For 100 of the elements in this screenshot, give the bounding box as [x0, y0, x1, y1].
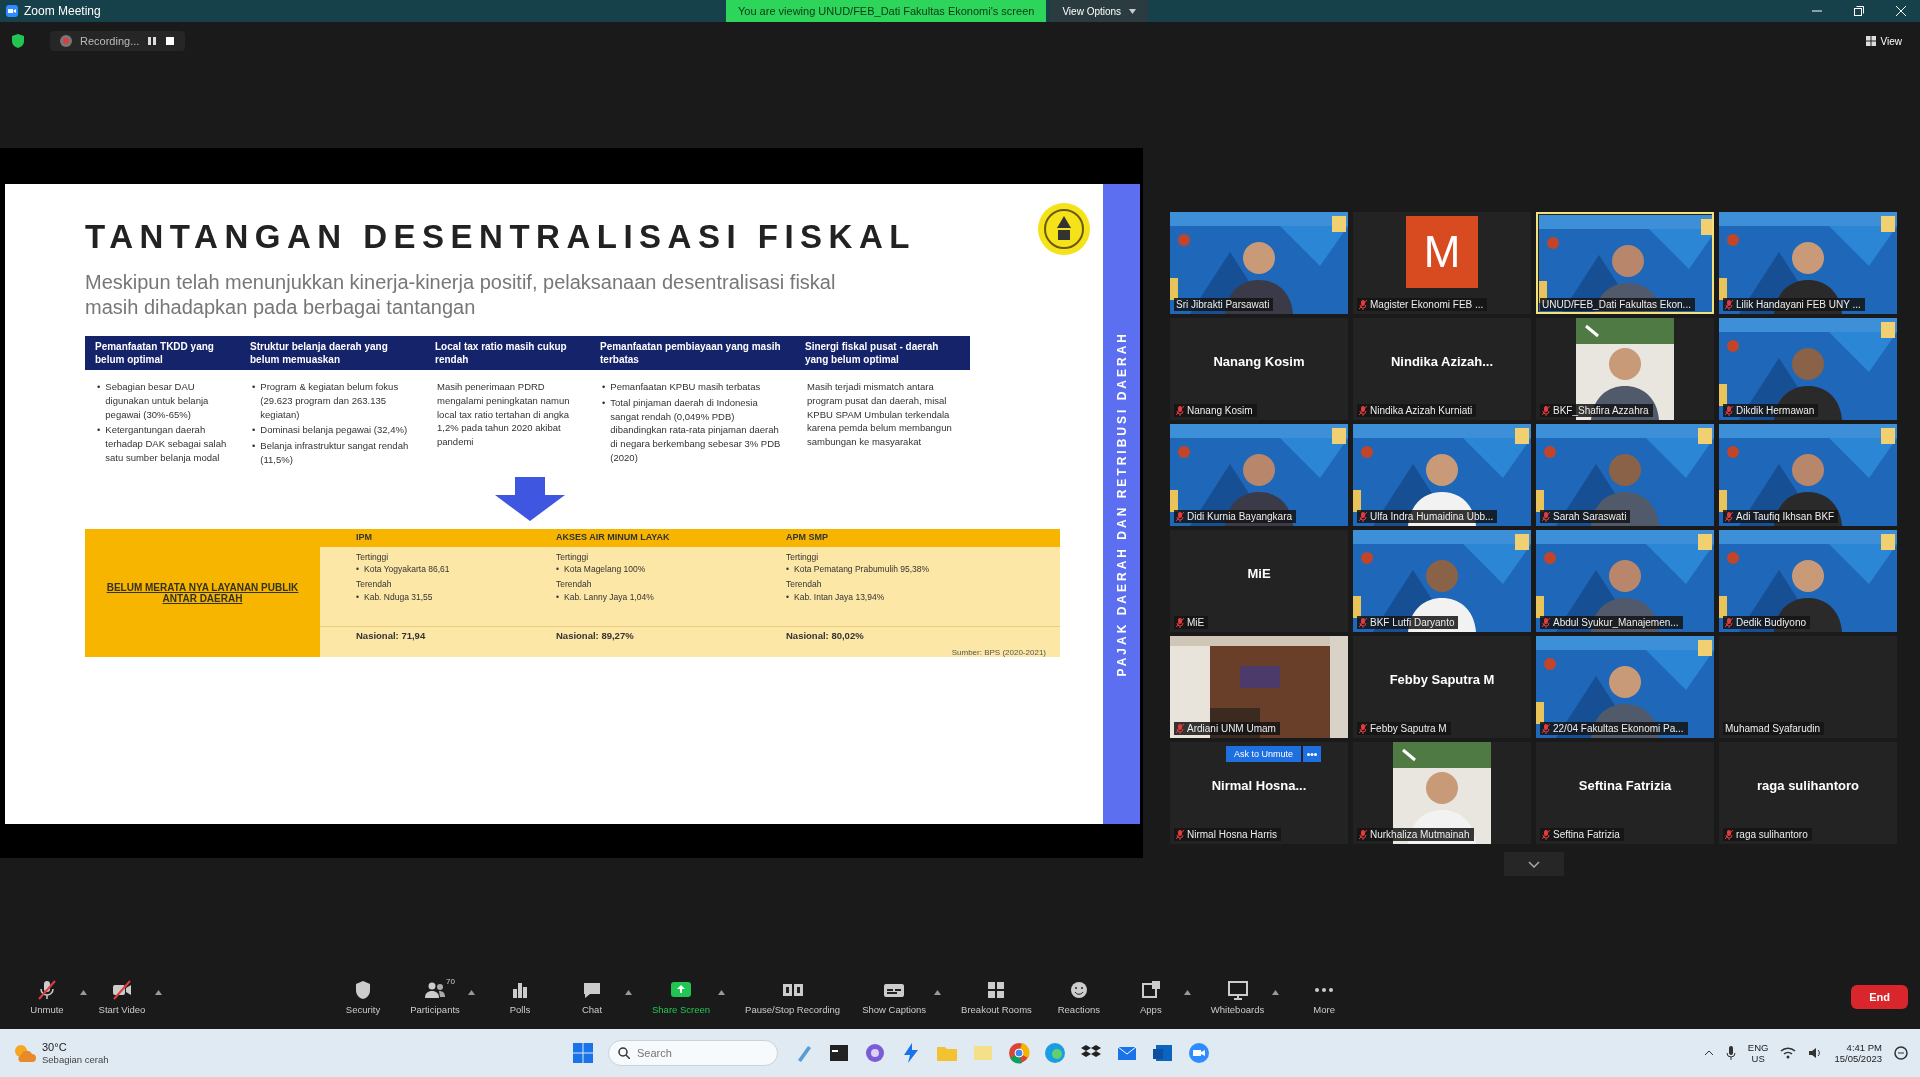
participant-name: Dedik Budiyono: [1736, 617, 1807, 628]
slide-subtitle: Meskipun telah menunjukkan kinerja-kinerja positif, pelaksanaan desentralisasi fiskal masih dihadapkan pada berbagai tantangan: [85, 270, 837, 320]
view-button[interactable]: View: [1859, 34, 1908, 48]
toolbar-button[interactable]: Breakout Rooms: [957, 977, 1036, 1017]
apps-icon: [1139, 979, 1162, 1001]
restore-icon[interactable]: [1854, 6, 1864, 16]
ask-to-unmute-button[interactable]: Ask to Unmute: [1226, 746, 1302, 762]
toolbar-button[interactable]: Pause/Stop Recording: [741, 977, 845, 1017]
emblem-icon: [1037, 202, 1091, 256]
participant-name: Magister Ekonomi FEB ...: [1370, 299, 1484, 310]
table-header-cell: Pemanfaatan TKDD yang belum optimal: [85, 336, 240, 370]
participant-name: raga sulihantoro: [1736, 829, 1808, 840]
down-arrow-icon: [495, 476, 565, 521]
bullet-marker: •: [252, 439, 256, 454]
bullet-marker: •: [356, 590, 359, 604]
label-text: Terendah: [356, 578, 393, 591]
shield-icon[interactable]: [12, 34, 24, 48]
end-button[interactable]: End: [1851, 985, 1908, 1009]
bullet-text: Sebagian besar DAU digunakan untuk belanja pegawai (30%-65%): [105, 380, 210, 422]
weather-text: Sebagian cerah: [42, 1053, 109, 1066]
chevron-up-icon[interactable]: [1703, 1050, 1714, 1056]
windows-start-icon[interactable]: [572, 1042, 594, 1064]
participant-display-name: raga sulihantoro: [1756, 778, 1860, 793]
window-title: Zoom Meeting: [24, 4, 101, 18]
region-text: US: [1751, 1053, 1765, 1065]
share-screen-button[interactable]: Share Screen: [648, 977, 715, 1017]
toolbar-button[interactable]: Whiteboards: [1206, 977, 1269, 1017]
side-strip-label: PAJAK DAERAH DAN RETRIBUSI DAERAH: [1114, 331, 1129, 677]
screen-share-banner: You are viewing UNUD/FEB_Dati Fakultas Ekonomi's screen: [726, 0, 1047, 22]
participant-name: Lilik Handayani FEB UNY ...: [1736, 299, 1861, 310]
language-indicator[interactable]: ENG US: [1747, 1041, 1769, 1065]
bullet-text: Kab. Lanny Jaya 1,04%: [564, 590, 654, 604]
participant-name: Febby Saputra M: [1370, 723, 1447, 734]
column-heading: IPM: [320, 528, 520, 547]
table-header-cell: Local tax ratio masih cukup rendah: [425, 336, 590, 370]
national-value: Nasional: 89,27%: [520, 625, 750, 648]
terminal-icon[interactable]: [828, 1042, 850, 1064]
chrome-icon[interactable]: [1008, 1042, 1030, 1064]
bullet-marker: •: [556, 590, 559, 604]
outlook-icon[interactable]: [1152, 1042, 1174, 1064]
bullet-text: Total pinjaman daerah di Indonesia sangat rendah (0,049% PDB) dibandingkan rata-rata pinjaman daerah di negara berkembang sebesar 3% PDB (2020): [610, 395, 782, 465]
pause-icon[interactable]: [147, 36, 158, 46]
zoom-logo-icon: [6, 5, 18, 17]
table-header-cell: Sinergi fiskal pusat - daerah yang belum optimal: [795, 336, 970, 370]
recording-label: Recording...: [80, 35, 140, 47]
stop-icon[interactable]: [165, 36, 176, 46]
bullet-marker: •: [356, 563, 359, 577]
speaker-icon[interactable]: [1808, 1047, 1823, 1059]
view-options-button[interactable]: View Options: [1050, 0, 1149, 22]
muted-mic-icon: [36, 979, 58, 1001]
caret-up-icon: [625, 990, 632, 995]
bullet-marker: •: [97, 423, 101, 438]
toolbar-button[interactable]: Show Captions: [858, 977, 931, 1017]
participant-name: Abdul Syukur_Manajemen...: [1553, 617, 1679, 628]
close-icon[interactable]: [1896, 6, 1906, 16]
bullet-marker: •: [252, 380, 256, 394]
participant-name: Adi Taufiq Ikhsan BKF: [1736, 511, 1835, 522]
clock[interactable]: 4:41 PM 15/05/2023: [1834, 1041, 1882, 1065]
bullet-marker: •: [786, 590, 789, 604]
participant-name: Ulfa Indra Humaidina Ubb...: [1370, 511, 1494, 522]
participant-name: Nurkhaliza Mutmainah: [1370, 829, 1470, 840]
bullet-text: Kota Pematang Prabumulih 95,38%: [794, 563, 930, 577]
search-field[interactable]: Search: [608, 1040, 778, 1066]
toolbar-button[interactable]: Chat: [563, 977, 621, 1017]
toolbar-button[interactable]: Reactions: [1049, 977, 1108, 1017]
wifi-icon[interactable]: [1780, 1047, 1797, 1059]
summary-label: BELUM MERATA NYA LAYANAN PUBLIK ANTAR DAERAH: [85, 528, 320, 657]
column-heading: AKSES AIR MINUM LAYAK: [520, 528, 750, 547]
caret-up-icon: [1272, 990, 1280, 995]
zoom-app-icon[interactable]: [1188, 1042, 1210, 1064]
toolbar-button[interactable]: Apps: [1121, 977, 1180, 1017]
caret-up-icon: [718, 990, 726, 995]
participant-name: MiE: [1187, 617, 1205, 628]
grid-icon: [1865, 36, 1876, 46]
participant-name: Ardiani UNM Umam: [1187, 723, 1276, 734]
toolbar-button[interactable]: More: [1295, 977, 1354, 1017]
notification-icon[interactable]: [1894, 1046, 1908, 1060]
participant-name: BKF Lutfi Daryanto: [1370, 617, 1455, 628]
more-dots-icon: [1315, 988, 1334, 992]
column-heading: APM SMP: [750, 528, 1060, 547]
slide-title: TANTANGAN DESENTRALISASI FISKAL: [85, 218, 916, 256]
table-header-cell: Struktur belanja daerah yang belum memuaskan: [240, 336, 425, 370]
source-note: Sumber: BPS (2020-2021): [950, 647, 1047, 657]
toolbar-button[interactable]: Security: [334, 977, 392, 1017]
toolbar-button[interactable]: Polls: [491, 977, 549, 1017]
bullet-text: Belanja infrastruktur sangat rendah (11,5%): [260, 439, 410, 467]
participant-display-name: MiE: [1246, 566, 1272, 581]
microphone-icon[interactable]: [1725, 1046, 1736, 1060]
caret-up-icon: [934, 990, 942, 995]
temperature: 30°C: [42, 1040, 68, 1054]
toolbar-button[interactable]: Unmute: [18, 977, 76, 1017]
caret-up-icon: [155, 990, 162, 995]
participant-name: Muhamad Syafarudin: [1725, 723, 1821, 734]
bullet-text: Kota Yogyakarta 86,61: [364, 563, 450, 577]
more-button[interactable]: [1303, 746, 1322, 762]
toolbar-button[interactable]: Start Video: [93, 977, 151, 1017]
bullet-marker: •: [97, 380, 101, 394]
toolbar-button[interactable]: Participants 70: [406, 977, 464, 1017]
label-text: Tertinggi: [356, 550, 390, 564]
label-text: Terendah: [786, 578, 823, 591]
